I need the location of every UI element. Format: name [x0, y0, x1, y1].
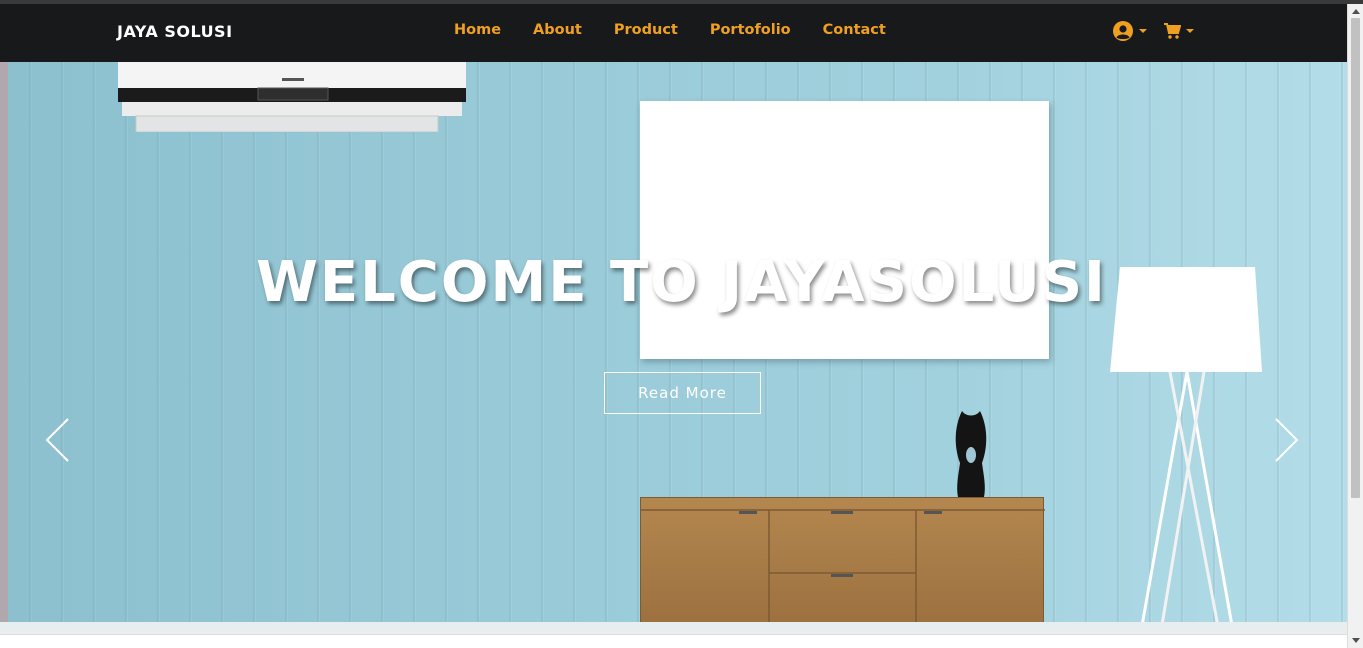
cabinet-doors [641, 509, 1045, 634]
nav-link-contact[interactable]: Contact [823, 22, 886, 38]
chevron-right-icon[interactable] [1272, 417, 1300, 463]
vertical-scrollbar[interactable] [1347, 4, 1363, 648]
scroll-down-arrow-icon[interactable] [1352, 638, 1360, 643]
nav-link-home[interactable]: Home [454, 22, 501, 38]
nav-link-portofolio[interactable]: Portofolio [710, 22, 791, 38]
scroll-up-arrow-icon[interactable] [1352, 9, 1360, 14]
hero-carousel [0, 62, 1347, 634]
account-dropdown-toggle[interactable] [1112, 20, 1147, 42]
read-more-button[interactable]: Read More [604, 372, 761, 414]
cart-dropdown-toggle[interactable] [1163, 22, 1194, 40]
chevron-down-icon [1139, 29, 1147, 33]
floor-strip [0, 622, 1347, 634]
nav-menu: Home About Product Portofolio Contact [454, 22, 918, 38]
user-circle-icon [1113, 21, 1133, 41]
hero-headline: WELCOME TO JAYASOLUSI [256, 250, 1107, 315]
top-navbar: JAYA SOLUSI Home About Product Portofoli… [0, 4, 1347, 62]
blank-wall-frame-image [640, 101, 1049, 359]
air-conditioner-image [118, 62, 466, 132]
floor-lamp-image [1110, 267, 1262, 634]
wooden-cabinet-image [640, 497, 1045, 634]
chevron-down-icon [1186, 29, 1194, 33]
nav-link-product[interactable]: Product [614, 22, 678, 38]
scrollbar-thumb[interactable] [1351, 18, 1360, 498]
statue-image [955, 411, 987, 497]
chevron-left-icon[interactable] [44, 417, 72, 463]
horizontal-scroll-area [0, 634, 1347, 648]
nav-link-about[interactable]: About [533, 22, 582, 38]
brand-logo-text[interactable]: JAYA SOLUSI [117, 22, 233, 41]
hero-edge [0, 62, 8, 634]
shopping-cart-icon [1164, 23, 1181, 39]
nav-icon-group [1112, 20, 1194, 42]
